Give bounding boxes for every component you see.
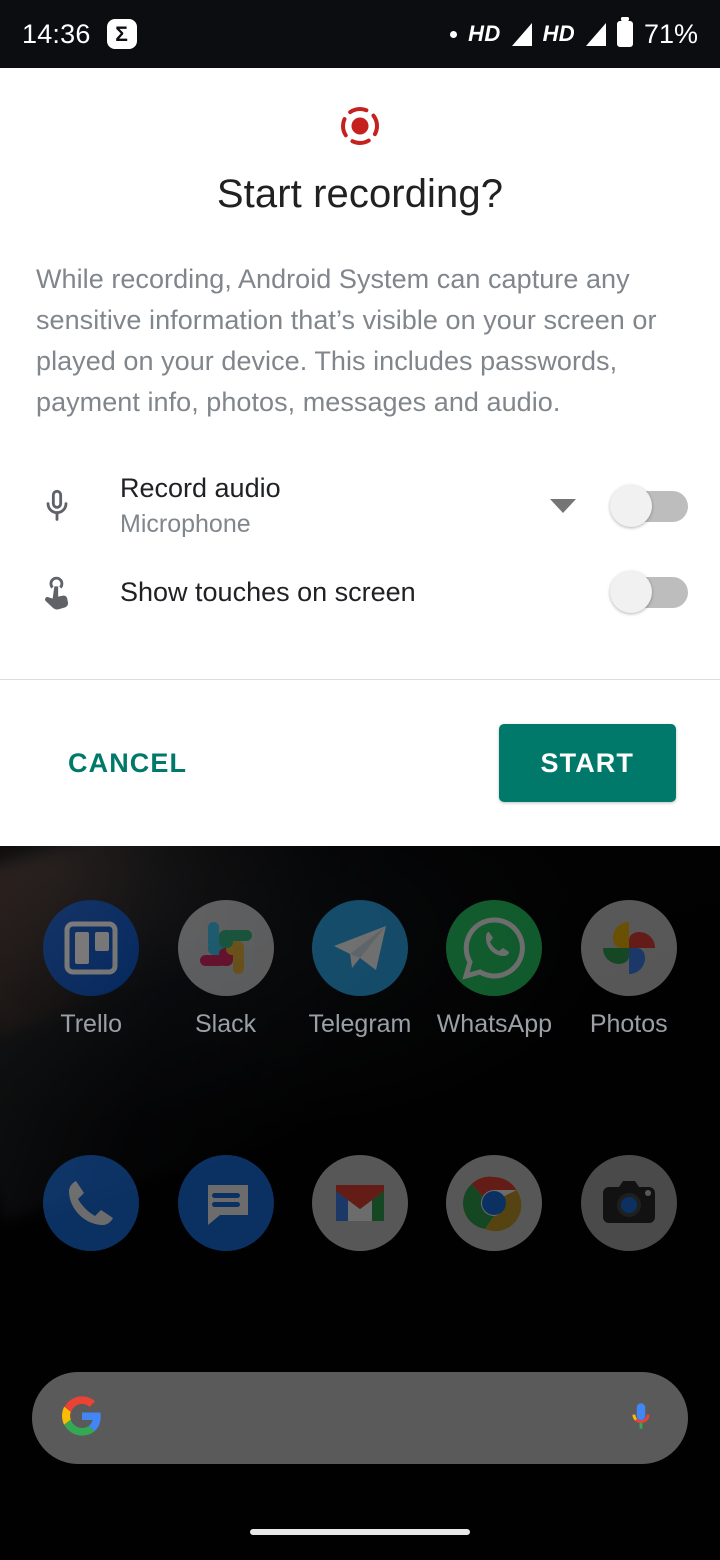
status-bar-left: 14:36 Σ [22, 19, 137, 50]
telegram-icon [311, 900, 408, 996]
signal-bars-icon-1 [511, 0, 532, 46]
screen-record-icon [336, 102, 384, 150]
option-texts: Record audio Microphone [120, 471, 550, 541]
page-title: Start recording? [216, 172, 504, 216]
toggle-knob [610, 571, 652, 613]
start-recording-dialog: Start recording? While recording, Androi… [0, 68, 720, 846]
search-input[interactable] [120, 1402, 606, 1434]
option-subtitle: Microphone [120, 510, 251, 538]
slack-icon [177, 900, 274, 996]
app-slack[interactable]: Slack [174, 900, 278, 1039]
chrome-icon [446, 1155, 543, 1251]
status-time: 14:36 [22, 18, 91, 49]
camera-icon [580, 1155, 677, 1251]
trello-icon [43, 900, 140, 996]
option-record-audio[interactable]: Record audio Microphone [0, 463, 720, 549]
app-label: Photos [589, 1010, 668, 1038]
cancel-button[interactable]: CANCEL [44, 730, 211, 797]
battery-percent: 71% [643, 18, 698, 49]
gmail-icon [311, 1155, 408, 1251]
app-row-2 [0, 1155, 720, 1265]
app-camera[interactable] [577, 1155, 681, 1265]
app-row-1: Trello Slack Telegram WhatsApp Photos [0, 900, 720, 1039]
app-trello[interactable]: Trello [39, 900, 143, 1039]
google-photos-icon [580, 900, 677, 996]
app-label: Telegram [308, 1010, 412, 1038]
app-grid: Trello Slack Telegram WhatsApp Photos [0, 900, 720, 1265]
phone-icon [43, 1155, 140, 1251]
signal-bars-icon-2 [585, 22, 606, 46]
status-bar-right: HD HD 71% [450, 0, 698, 50]
whatsapp-icon [446, 900, 543, 996]
google-g-icon [62, 1395, 102, 1441]
dialog-icon-container [0, 102, 720, 150]
option-title: Show touches on screen [120, 577, 416, 607]
dialog-action-bar: CANCEL START [0, 680, 720, 846]
navigation-bar [0, 1504, 720, 1560]
status-bar: 14:36 Σ HD HD 71% [0, 0, 720, 68]
home-gesture-pill[interactable] [250, 1529, 470, 1535]
app-messages[interactable] [174, 1155, 278, 1265]
record-audio-toggle[interactable] [610, 485, 688, 527]
network-hd-label-2: HD [542, 21, 575, 46]
sigma-notification-icon: Σ [106, 19, 137, 49]
option-show-touches[interactable]: Show touches on screen [0, 549, 720, 635]
app-label: WhatsApp [436, 1010, 553, 1038]
start-button[interactable]: START [498, 724, 676, 802]
microphone-icon [34, 483, 80, 529]
dialog-body-text: While recording, Android System can capt… [36, 264, 657, 417]
app-label: Slack [195, 1010, 257, 1038]
option-title: Record audio [120, 473, 281, 503]
show-touches-toggle[interactable] [610, 571, 688, 613]
app-photos[interactable]: Photos [577, 900, 681, 1039]
messages-icon [177, 1155, 274, 1251]
caret-down-icon[interactable] [550, 499, 576, 513]
google-search-bar[interactable] [32, 1372, 688, 1464]
network-hd-label-1: HD [468, 21, 501, 46]
app-label: Trello [60, 1010, 122, 1038]
touch-pointer-icon [34, 569, 80, 615]
microphone-voice-icon[interactable] [624, 1399, 658, 1438]
app-gmail[interactable] [308, 1155, 412, 1265]
app-telegram[interactable]: Telegram [308, 900, 412, 1039]
app-phone[interactable] [39, 1155, 143, 1265]
status-indicator-dot [450, 30, 458, 38]
toggle-knob [610, 485, 652, 527]
app-whatsapp[interactable]: WhatsApp [437, 900, 552, 1039]
app-chrome[interactable] [442, 1155, 546, 1265]
dialog-options-list: Record audio Microphone Show touches on … [0, 463, 720, 635]
battery-icon [616, 21, 633, 47]
option-texts: Show touches on screen [120, 575, 610, 609]
